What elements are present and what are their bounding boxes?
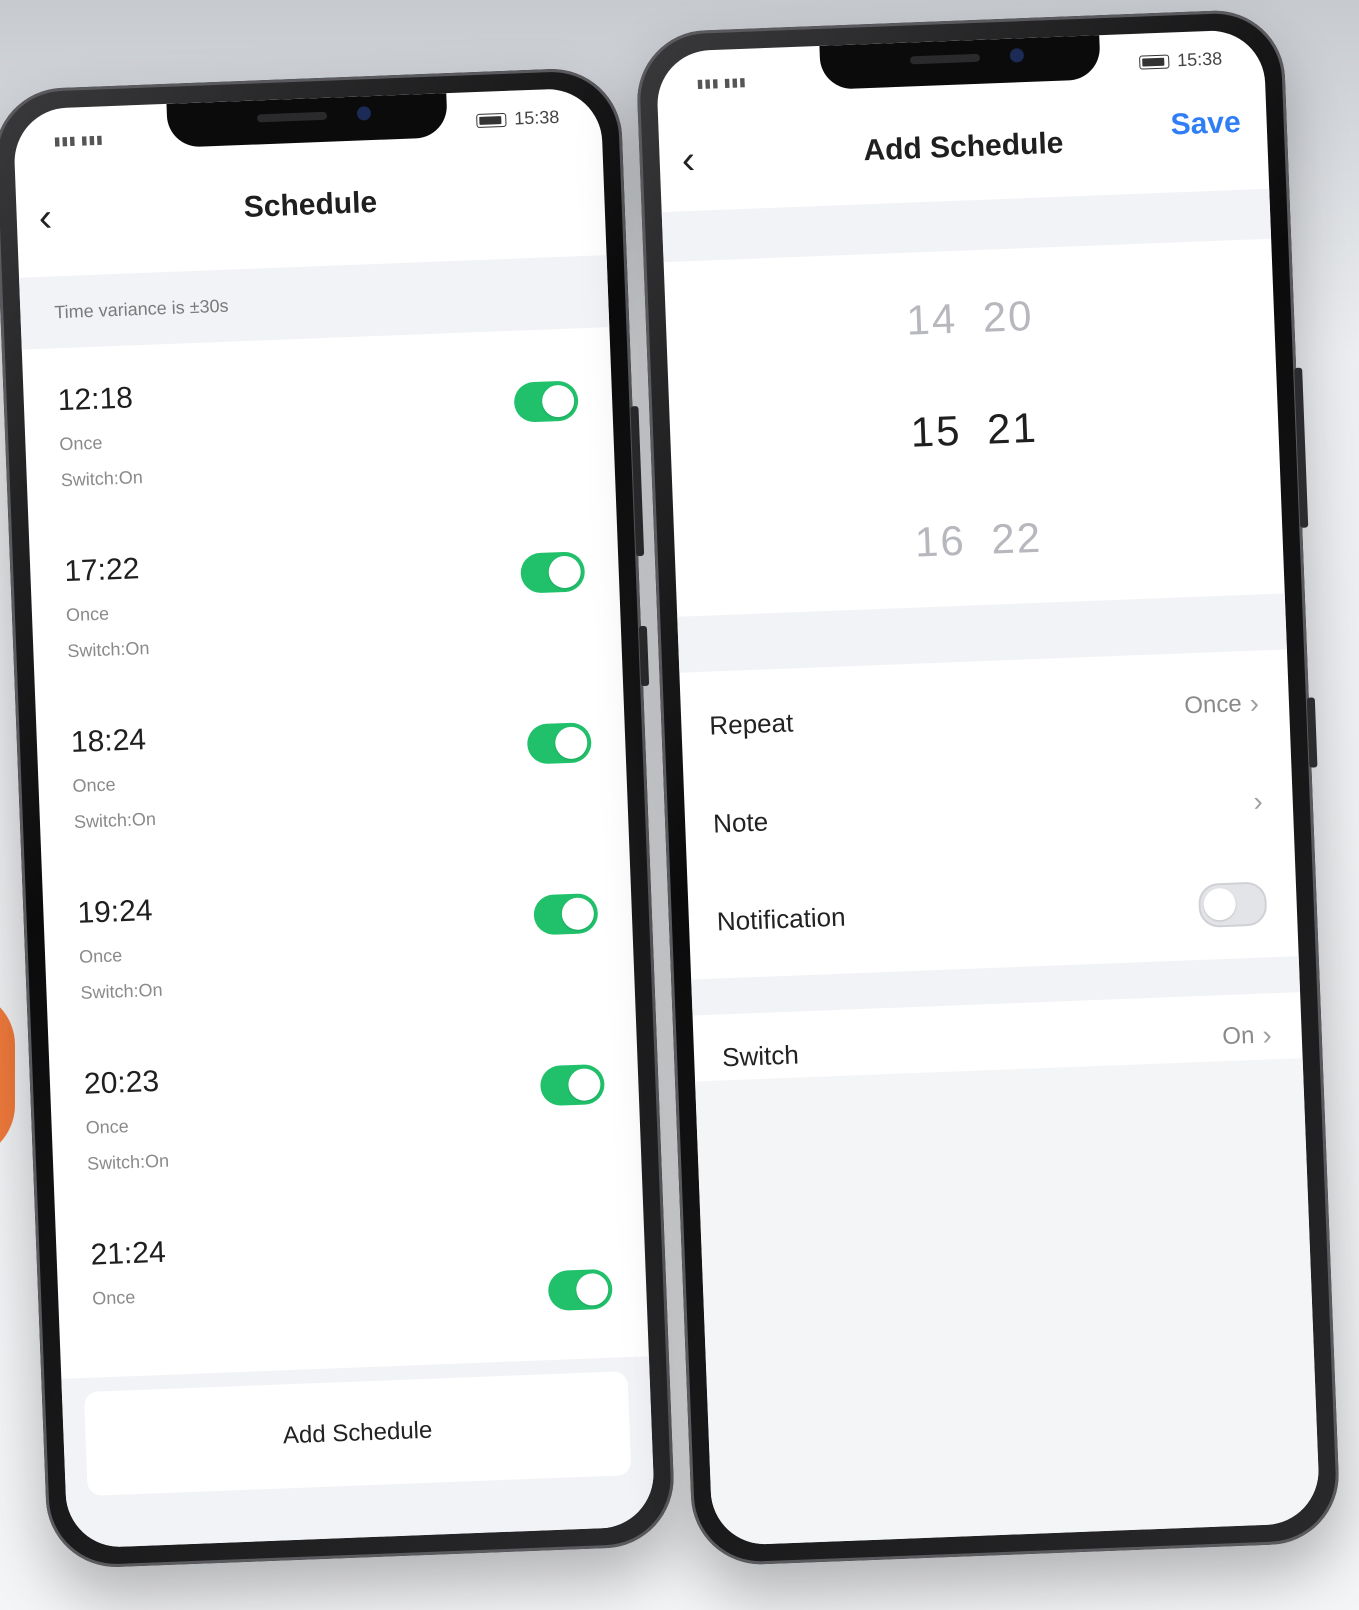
switch-value: On	[1221, 1021, 1255, 1051]
power-button	[1306, 697, 1318, 768]
phone-schedule: ▮▮▮ ▮▮▮ 15:38 ‹ Schedule Time variance i…	[0, 66, 677, 1570]
notification-toggle[interactable]	[1197, 881, 1268, 928]
schedule-repeat: Once	[85, 1116, 130, 1138]
schedule-time: 19:24	[76, 894, 154, 930]
schedule-toggle[interactable]	[519, 551, 586, 594]
schedule-time: 18:24	[70, 723, 147, 760]
schedule-switch-state: Switch:On	[73, 808, 157, 832]
decorative-orange-shape	[0, 990, 15, 1160]
picker-row-selected[interactable]: 15 21	[670, 395, 1279, 466]
picker-minute: 22	[990, 513, 1043, 563]
empty-area	[695, 1058, 1321, 1547]
picker-hour: 14	[905, 294, 959, 344]
time-picker[interactable]: 14 20 15 21 16 22	[664, 239, 1284, 582]
schedule-time: 20:23	[83, 1064, 160, 1101]
picker-hour: 16	[914, 516, 967, 566]
signal-icon: ▮▮▮ ▮▮▮	[696, 74, 747, 91]
battery-icon	[476, 112, 507, 128]
schedule-list: 12:18 Once Switch:On 17:22 Once Switch:O…	[22, 327, 649, 1375]
navbar: ‹ Schedule	[15, 157, 606, 270]
chevron-right-icon: ›	[1261, 1019, 1273, 1051]
phone-add-schedule: ▮▮▮ ▮▮▮ 15:38 ‹ Add Schedule Save 14 20 …	[634, 8, 1342, 1567]
save-button[interactable]: Save	[1170, 106, 1241, 143]
status-bar-right: 15:38	[1138, 48, 1223, 72]
volume-button	[630, 406, 645, 557]
notch	[819, 35, 1101, 90]
schedule-switch-state: Switch:On	[67, 637, 150, 662]
schedule-item[interactable]: 12:18 Once Switch:On	[22, 327, 616, 520]
notch	[166, 93, 448, 148]
schedule-repeat: Once	[59, 432, 103, 455]
notification-label: Notification	[716, 901, 847, 937]
signal-icon: ▮▮▮ ▮▮▮	[53, 132, 105, 149]
schedule-toggle[interactable]	[526, 722, 593, 765]
schedule-repeat: Once	[91, 1286, 136, 1309]
schedule-toggle[interactable]	[513, 380, 579, 423]
front-camera	[356, 106, 372, 121]
switch-value-wrap: On ›	[1221, 1019, 1273, 1051]
status-bar-right: 15:38	[476, 107, 560, 131]
schedule-time: 21:24	[89, 1235, 167, 1272]
schedule-item[interactable]: 20:23 Once Switch:On	[48, 1011, 642, 1204]
switch-label: Switch	[721, 1039, 800, 1073]
repeat-value-wrap: Once ›	[1183, 687, 1260, 721]
schedule-switch-state: Switch:On	[86, 1150, 170, 1174]
schedule-switch-state: Switch:On	[80, 979, 163, 1003]
variance-text: Time variance is ±30s	[53, 295, 229, 323]
picker-row-prev[interactable]: 14 20	[665, 283, 1274, 354]
schedule-time: 12:18	[57, 381, 134, 418]
chevron-right-icon: ›	[1252, 785, 1264, 817]
speaker-grille	[256, 111, 328, 123]
picker-minute-selected: 21	[986, 403, 1039, 453]
picker-hour-selected: 15	[909, 406, 963, 456]
add-schedule-footer: Add Schedule	[61, 1356, 656, 1549]
schedule-item[interactable]: 19:24 Once Switch:On	[41, 840, 635, 1033]
add-schedule-button[interactable]: Add Schedule	[83, 1371, 632, 1496]
schedule-item[interactable]: 21:24 Once	[55, 1181, 649, 1374]
schedule-repeat: Once	[78, 945, 123, 967]
schedule-toggle[interactable]	[533, 892, 599, 936]
page-title: Schedule	[243, 185, 378, 225]
repeat-label: Repeat	[708, 707, 794, 741]
schedule-repeat: Once	[65, 603, 110, 626]
note-value-wrap: ›	[1252, 785, 1264, 817]
battery-icon	[1138, 54, 1170, 70]
picker-row-next[interactable]: 16 22	[674, 505, 1283, 576]
schedule-time: 17:22	[63, 552, 141, 589]
power-button	[638, 625, 650, 687]
front-camera	[1009, 48, 1025, 63]
schedule-repeat: Once	[72, 774, 116, 797]
status-time: 15:38	[1176, 48, 1223, 71]
schedule-item[interactable]: 18:24 Once Switch:On	[35, 669, 629, 862]
status-time: 15:38	[513, 106, 560, 129]
repeat-value: Once	[1183, 690, 1243, 720]
schedule-screen: ▮▮▮ ▮▮▮ 15:38 ‹ Schedule Time variance i…	[12, 87, 656, 1549]
picker-minute: 20	[981, 291, 1035, 341]
speaker-grille	[909, 53, 981, 65]
schedule-toggle[interactable]	[547, 1268, 614, 1312]
chevron-right-icon: ›	[1249, 687, 1260, 719]
add-schedule-screen: ▮▮▮ ▮▮▮ 15:38 ‹ Add Schedule Save 14 20 …	[655, 28, 1321, 1547]
schedule-item[interactable]: 17:22 Once Switch:On	[28, 498, 622, 691]
note-label: Note	[712, 806, 769, 839]
volume-button	[1294, 367, 1309, 528]
schedule-toggle[interactable]	[539, 1063, 606, 1107]
schedule-switch-state: Switch:On	[60, 467, 144, 491]
